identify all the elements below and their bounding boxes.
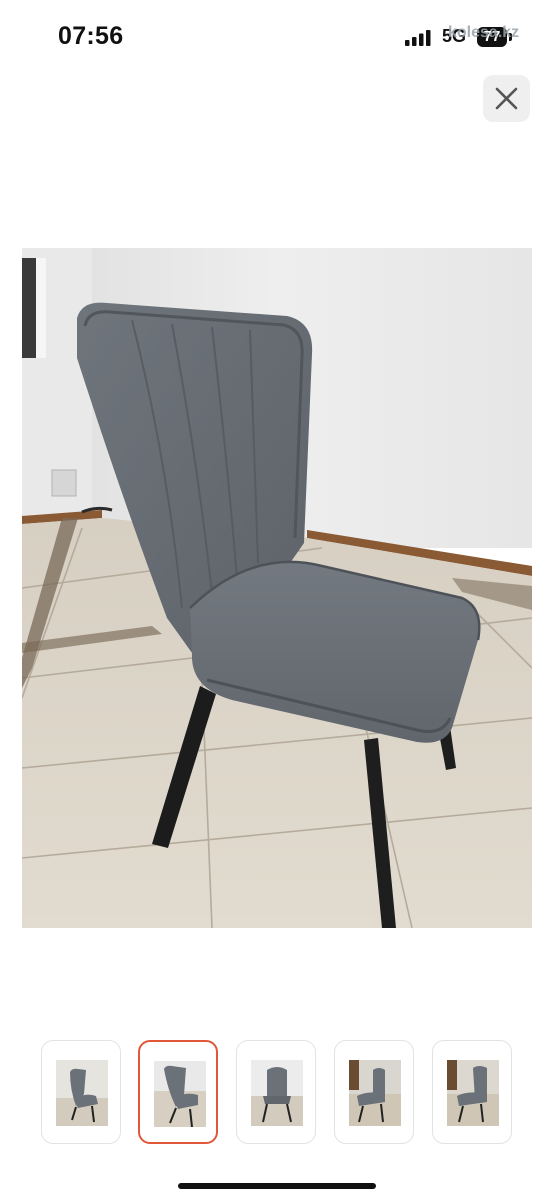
close-button[interactable] <box>483 75 530 122</box>
status-bar: 07:56 5G 77 kolesa.kz <box>0 0 554 70</box>
watermark: kolesa.kz <box>448 24 520 41</box>
thumbnail-3[interactable] <box>236 1040 316 1144</box>
thumbnail-5[interactable] <box>432 1040 512 1144</box>
chair-photo <box>22 248 532 928</box>
thumbnail-2[interactable] <box>138 1040 218 1144</box>
thumbnail-4[interactable] <box>334 1040 414 1144</box>
thumbnail-1[interactable] <box>41 1040 121 1144</box>
close-icon <box>495 87 518 110</box>
home-indicator[interactable] <box>178 1183 376 1189</box>
chair-thumbnail-3 <box>251 1060 303 1126</box>
signal-icon <box>405 30 431 46</box>
chair-thumbnail-4 <box>349 1060 401 1126</box>
thumbnail-strip <box>40 1040 514 1146</box>
chair-thumbnail-5 <box>447 1060 499 1126</box>
main-photo[interactable] <box>22 248 532 928</box>
chair-thumbnail-1 <box>56 1060 108 1126</box>
status-time: 07:56 <box>58 22 124 50</box>
chair-thumbnail-2 <box>154 1061 206 1127</box>
